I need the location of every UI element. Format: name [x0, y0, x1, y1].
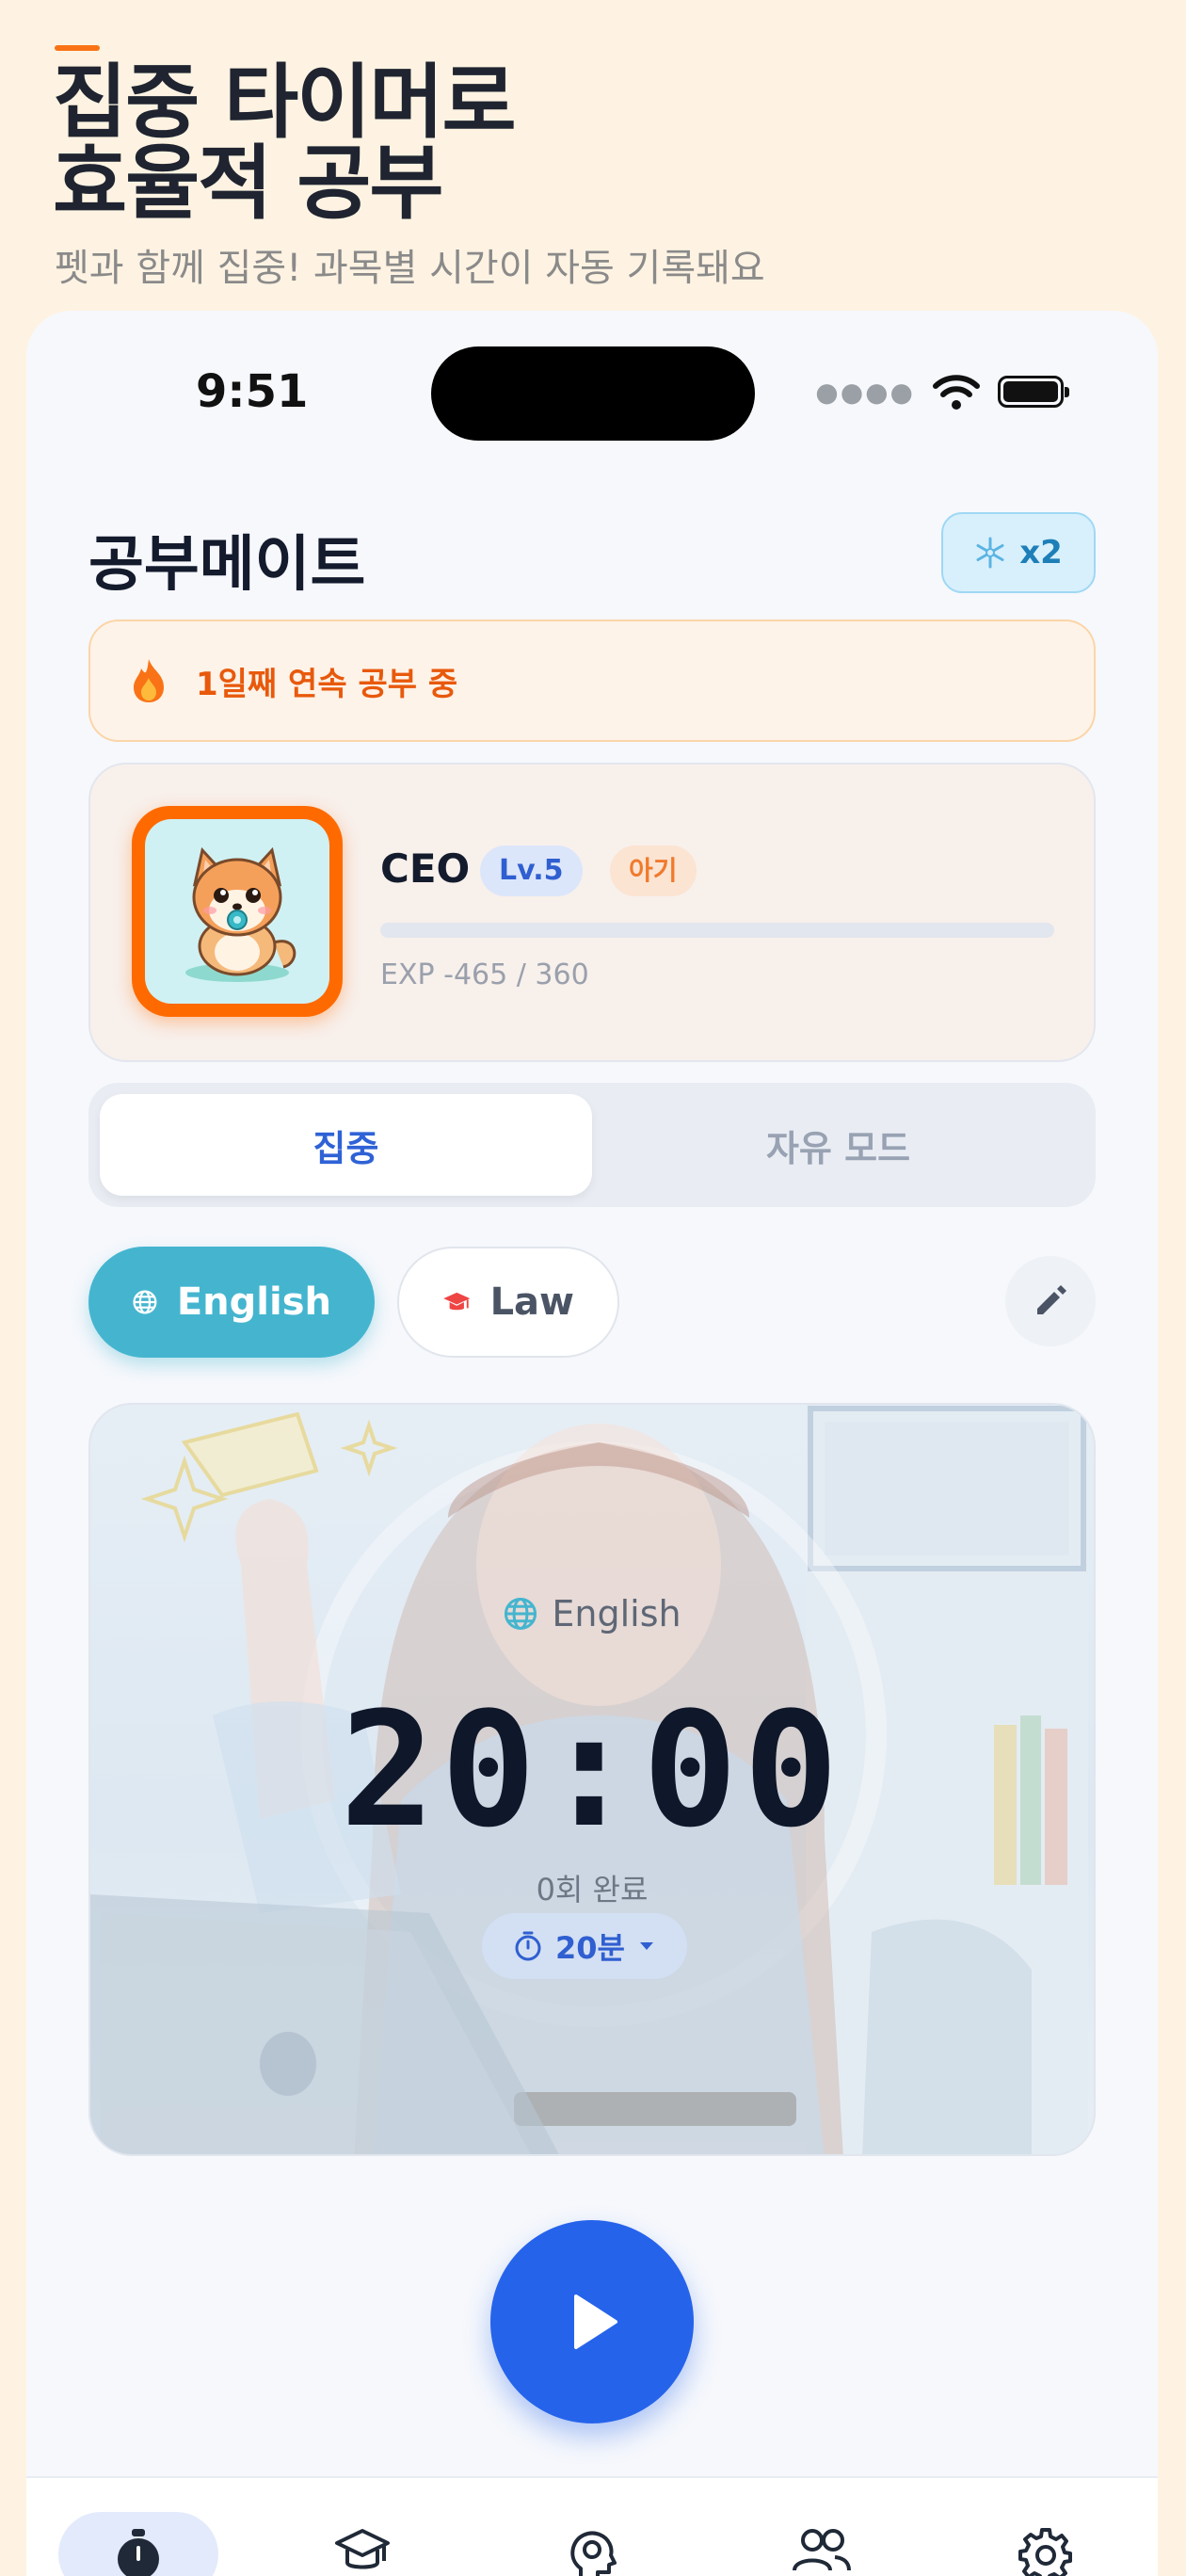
app-title: 공부메이트: [88, 530, 366, 600]
stopwatch-icon: [118, 2529, 159, 2576]
timer-subject-label: English: [90, 1593, 1094, 1634]
hero-title: 집중 타이머로 효율적 공부: [53, 56, 517, 231]
head-gear-icon: [570, 2531, 617, 2576]
battery-icon: [998, 376, 1069, 408]
status-icons: ●●●●: [815, 373, 1069, 411]
gear-icon: [1018, 2528, 1072, 2576]
tab-friends[interactable]: [742, 2512, 902, 2576]
play-button[interactable]: [490, 2220, 694, 2423]
duration-selector[interactable]: 20분: [482, 1913, 687, 1979]
bottom-tab-bar: [26, 2476, 1158, 2576]
exp-progress-bar: [380, 923, 1054, 938]
pencil-icon: [1037, 1285, 1066, 1314]
freeze-count: x2: [1019, 534, 1063, 572]
flame-icon: [134, 659, 164, 702]
pet-name: CEO: [380, 845, 471, 892]
shiba-pet-icon: [185, 846, 296, 982]
timer-card: English 20:00 0회 완료 20분: [88, 1403, 1096, 2156]
pet-avatar[interactable]: [132, 806, 343, 1017]
graduation-cap-icon: [335, 2529, 390, 2569]
exp-label: EXP -465 / 360: [380, 958, 589, 991]
globe-icon: [505, 1597, 537, 1631]
sessions-completed: 0회 완료: [536, 1872, 649, 1908]
status-time: 9:51: [196, 365, 309, 418]
wifi-icon: [933, 375, 980, 410]
subject-chip-law[interactable]: Law: [397, 1247, 619, 1358]
pet-level-badge: Lv.5: [480, 845, 583, 896]
mode-toggle: 집중 자유 모드: [88, 1083, 1096, 1207]
play-icon: [574, 2294, 617, 2349]
tab-mind[interactable]: [512, 2512, 672, 2576]
subject-chip-english[interactable]: English: [88, 1247, 375, 1358]
streak-freeze-chip[interactable]: x2: [941, 512, 1096, 593]
hero-subtitle: 펫과 함께 집중! 과목별 시간이 자동 기록돼요: [55, 247, 765, 290]
tab-timer[interactable]: [58, 2512, 218, 2576]
duration-value: 20분: [555, 1930, 625, 1966]
graduation-cap-icon: [443, 1292, 471, 1311]
pet-stage-badge: 아기: [610, 845, 697, 896]
signal-dots-icon: ●●●●: [815, 376, 915, 408]
globe-icon: [133, 1290, 157, 1314]
tab-study[interactable]: [282, 2512, 442, 2576]
hero-accent-line: [55, 45, 100, 51]
subject-chips: English Law: [88, 1247, 619, 1358]
users-icon: [793, 2529, 851, 2571]
subject-chip-label: English: [176, 1280, 331, 1324]
pet-card[interactable]: CEO Lv.5 아기 EXP -465 / 360: [88, 763, 1096, 1062]
phone-screen: 9:51 ●●●● 공부메이트 x2 1일째 연속 공부 중 CEO Lv.5 …: [26, 311, 1158, 2576]
subject-chip-label: Law: [489, 1280, 574, 1324]
tab-focus-mode[interactable]: 집중: [100, 1094, 592, 1196]
snowflake-icon: [976, 537, 1004, 569]
timer-display: 20:00: [340, 1678, 844, 1862]
dynamic-island: [431, 346, 755, 441]
stopwatch-icon: [515, 1931, 541, 1961]
tab-settings[interactable]: [966, 2512, 1126, 2576]
streak-text: 1일째 연속 공부 중: [196, 665, 458, 703]
timer-subject-text: English: [552, 1593, 681, 1634]
chevron-down-icon: [639, 1942, 653, 1950]
tab-free-mode[interactable]: 자유 모드: [592, 1094, 1084, 1196]
edit-subjects-button[interactable]: [1005, 1256, 1096, 1346]
streak-banner: 1일째 연속 공부 중: [88, 620, 1096, 742]
